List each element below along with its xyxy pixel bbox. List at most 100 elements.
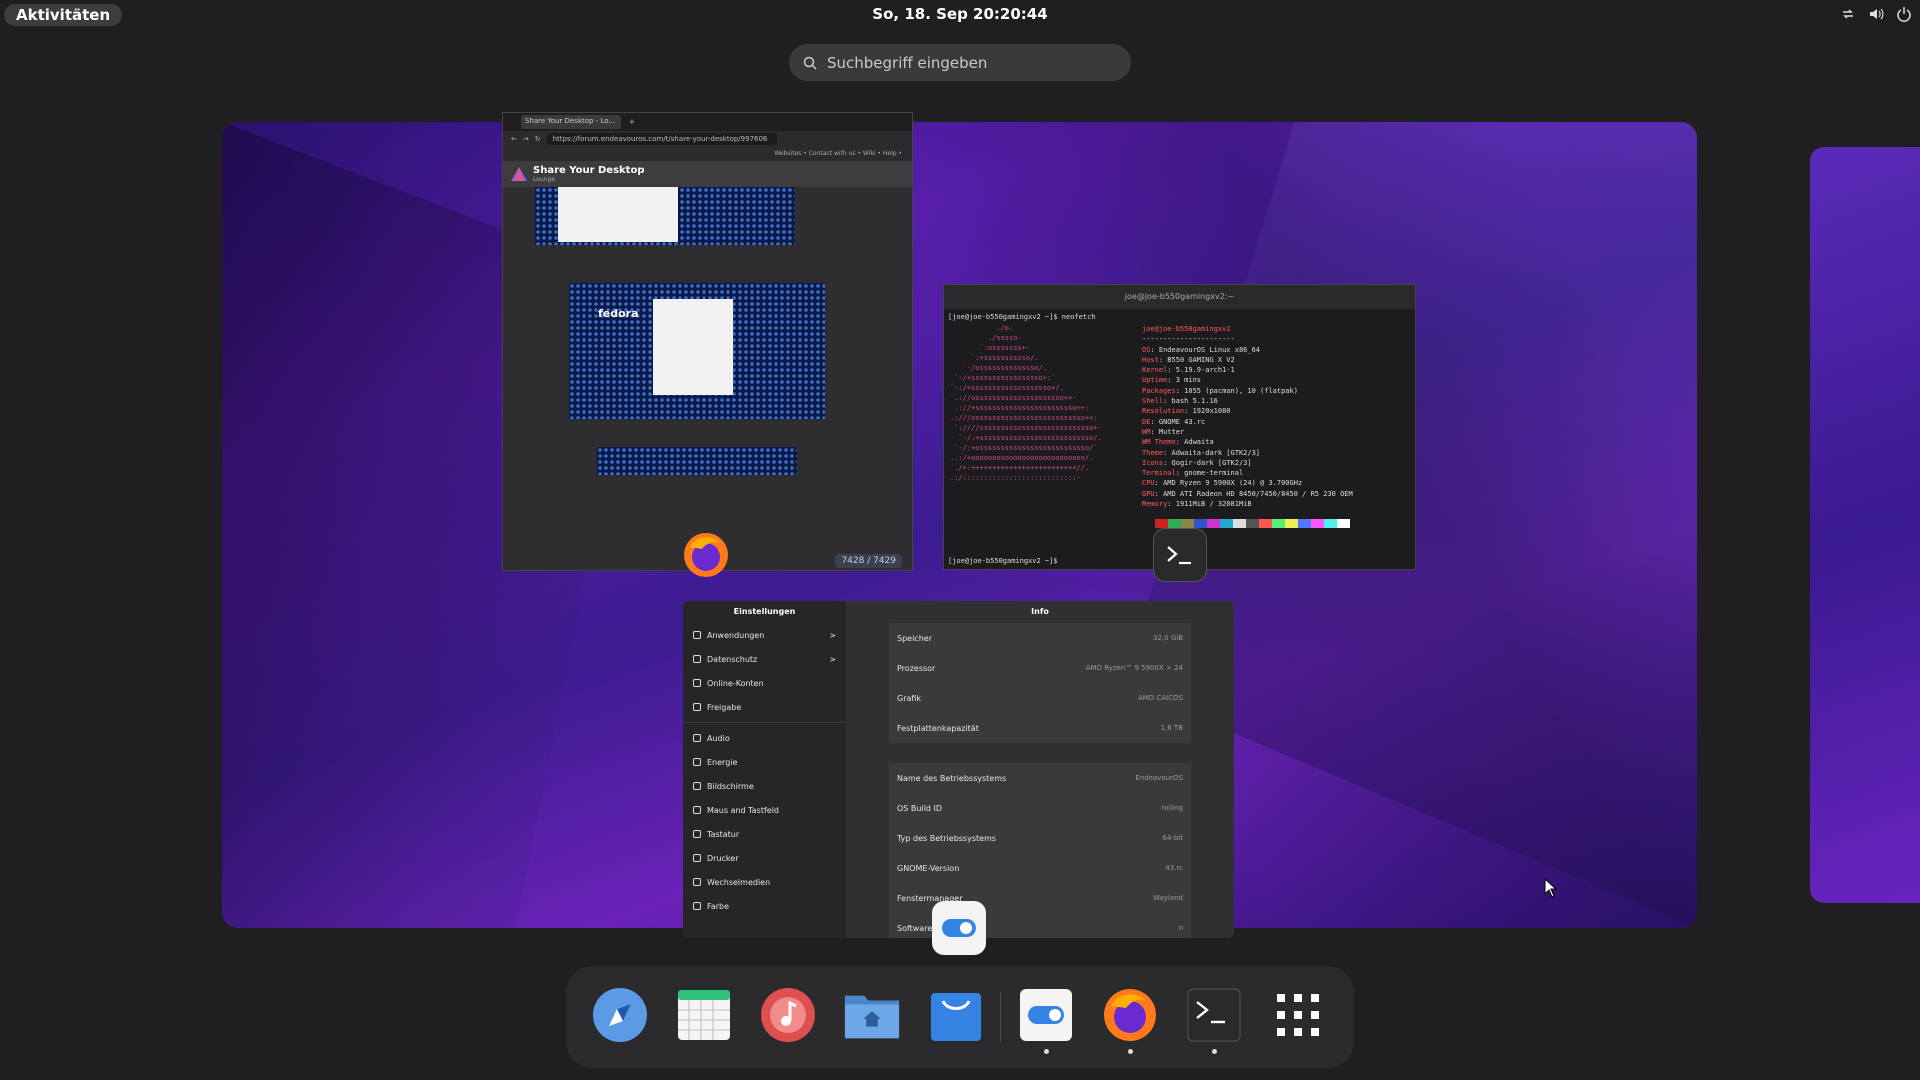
info-label: GNOME-Version [897, 863, 960, 873]
network-icon[interactable] [1840, 6, 1856, 22]
neofetch-line: Kernel: 5.19.9-arch1-1 [1142, 366, 1235, 375]
web-browser-icon[interactable] [591, 986, 649, 1044]
system-tray[interactable] [1840, 6, 1912, 22]
forum-title: Share Your Desktop [533, 165, 645, 176]
neofetch-key: GPU [1142, 489, 1155, 498]
palette-swatch [1142, 519, 1155, 528]
sidebar-item-label: Freigabe [707, 702, 742, 712]
sidebar-item-label: Drucker [707, 853, 739, 863]
info-row: Name des Betriebssystems EndeavourOS [889, 763, 1191, 793]
browser-window[interactable]: Share Your Desktop - Lo... + ← → ↻ https… [502, 112, 913, 571]
neofetch-line: CPU: AMD Ryzen 9 5900X (24) @ 3.700GHz [1142, 479, 1303, 488]
neofetch-line: Memory: 1911MiB / 32081MiB [1142, 500, 1252, 509]
info-label: Name des Betriebssystems [897, 773, 1007, 783]
neofetch-value: 1055 (pacman), 10 (flatpak) [1184, 386, 1298, 395]
running-indicator [1128, 1049, 1133, 1054]
terminal-prompt[interactable]: [joe@joe-b550gamingxv2 ~]$ [948, 557, 1058, 565]
volume-icon[interactable] [1868, 6, 1884, 22]
sidebar-item-icon [693, 902, 701, 910]
settings-window[interactable]: Einstellungen Anwendungen > Datenschutz > On… [683, 601, 1234, 938]
search-input[interactable] [827, 53, 1107, 72]
info-label: Grafik [897, 693, 922, 703]
neofetch-value: bash 5.1.16 [1171, 397, 1218, 406]
palette-swatch [1324, 519, 1337, 528]
info-row: Prozessor AMD Ryzen™ 9 5900X × 24 [889, 653, 1191, 683]
sidebar-item[interactable]: Audio [683, 726, 846, 750]
sidebar-item-label: Tastatur [707, 829, 740, 839]
sidebar-item-icon [693, 830, 701, 838]
terminal-icon[interactable] [1185, 986, 1243, 1044]
sidebar-item-icon [693, 679, 701, 687]
info-label: Software [897, 923, 933, 933]
url-bar[interactable]: https://forum.endeavouros.com/t/share-yo… [546, 133, 777, 145]
sidebar-item[interactable]: Online-Konten [683, 671, 846, 695]
neofetch-value: 1920x1080 [1192, 407, 1231, 416]
forward-icon[interactable]: → [523, 135, 529, 143]
forum-category: Lounge [533, 176, 556, 183]
files-icon[interactable] [843, 986, 901, 1044]
neofetch-value: Adwaita [1184, 438, 1214, 447]
palette-swatch [1233, 519, 1246, 528]
neofetch-line: DE: GNOME 43.rc [1142, 417, 1206, 426]
neofetch-value: AMD ATI Radeon HD 8450/7450/8450 / R5 23… [1163, 489, 1353, 498]
app-grid-icon[interactable] [1269, 986, 1327, 1044]
sidebar-item[interactable]: Farbe [683, 894, 846, 918]
search-bar[interactable] [789, 44, 1131, 81]
sidebar-item[interactable]: Tastatur [683, 822, 846, 846]
info-value: n [1178, 924, 1183, 932]
neofetch-key: Shell [1142, 397, 1164, 406]
neofetch-key: WM Theme [1142, 438, 1176, 447]
screenshot-image [558, 187, 678, 242]
chevron-right-icon: > [829, 654, 836, 664]
palette-swatch [1220, 519, 1233, 528]
sidebar-item[interactable]: Maus and Tastfeld [683, 798, 846, 822]
neofetch-key: Icons [1142, 458, 1164, 467]
sidebar-item-label: Farbe [707, 901, 730, 911]
neofetch-key: Host [1142, 355, 1159, 364]
sidebar-item[interactable]: Wechselmedien [683, 870, 846, 894]
sidebar-item[interactable]: Energie [683, 750, 846, 774]
info-value: rolling [1161, 804, 1183, 812]
neofetch-line: Theme: Adwaita-dark [GTK2/3] [1142, 448, 1261, 457]
reload-icon[interactable]: ↻ [535, 135, 541, 143]
info-label: OS Build ID [897, 803, 943, 813]
software-icon[interactable] [927, 986, 985, 1044]
palette-swatch [1259, 519, 1272, 528]
sidebar-item[interactable]: Freigabe [683, 695, 846, 719]
sidebar-item-icon [693, 854, 701, 862]
screenshot-image [653, 299, 733, 395]
power-icon[interactable] [1896, 6, 1912, 22]
sidebar-item[interactable]: Bildschirme [683, 774, 846, 798]
sidebar-item-icon [693, 806, 701, 814]
dock [566, 966, 1354, 1068]
neofetch-value: EndeavourOS Linux x86_64 [1158, 345, 1261, 354]
sidebar-item[interactable]: Anwendungen > [683, 623, 846, 647]
neofetch-line: WM: Mutter [1142, 427, 1185, 436]
workspace-next[interactable] [1810, 147, 1920, 903]
sidebar-item[interactable]: Drucker [683, 846, 846, 870]
neofetch-line: Resolution: 1920x1080 [1142, 407, 1231, 416]
back-icon[interactable]: ← [511, 135, 517, 143]
firefox-icon[interactable] [1101, 986, 1159, 1044]
music-icon[interactable] [759, 986, 817, 1044]
sidebar-item[interactable]: Datenschutz > [683, 647, 846, 671]
new-tab-icon[interactable]: + [629, 118, 635, 126]
info-label: Typ des Betriebssystems [897, 833, 997, 843]
browser-toolbar: ← → ↻ https://forum.endeavouros.com/t/sh… [503, 131, 912, 147]
neofetch-line: Packages: 1055 (pacman), 10 (flatpak) [1142, 386, 1298, 395]
clock[interactable]: So, 18. Sep 20:20:44 [0, 5, 1920, 23]
info-row: OS Build ID rolling [889, 793, 1191, 823]
post-counter[interactable]: 7428 / 7429 [835, 554, 902, 568]
calendar-icon[interactable] [675, 986, 733, 1044]
settings-icon[interactable] [1017, 986, 1075, 1044]
embedded-logo-label: fedora [598, 307, 639, 320]
info-value: 64-bit [1162, 834, 1183, 842]
forum-links[interactable]: Websites • Contact with us • Wiki • Help… [503, 147, 912, 161]
info-label: Festplattenkapazität [897, 723, 979, 733]
neofetch-value: 3 mins [1175, 376, 1202, 385]
info-value: 43.rc [1165, 864, 1183, 872]
settings-main: Info Speicher 32,0 GiB Prozessor AMD Ryzen™… [846, 601, 1234, 938]
info-row: Festplattenkapazität 1,6 TB [889, 713, 1191, 743]
browser-tab[interactable]: Share Your Desktop - Lo... [521, 115, 621, 129]
settings-icon [932, 901, 986, 955]
